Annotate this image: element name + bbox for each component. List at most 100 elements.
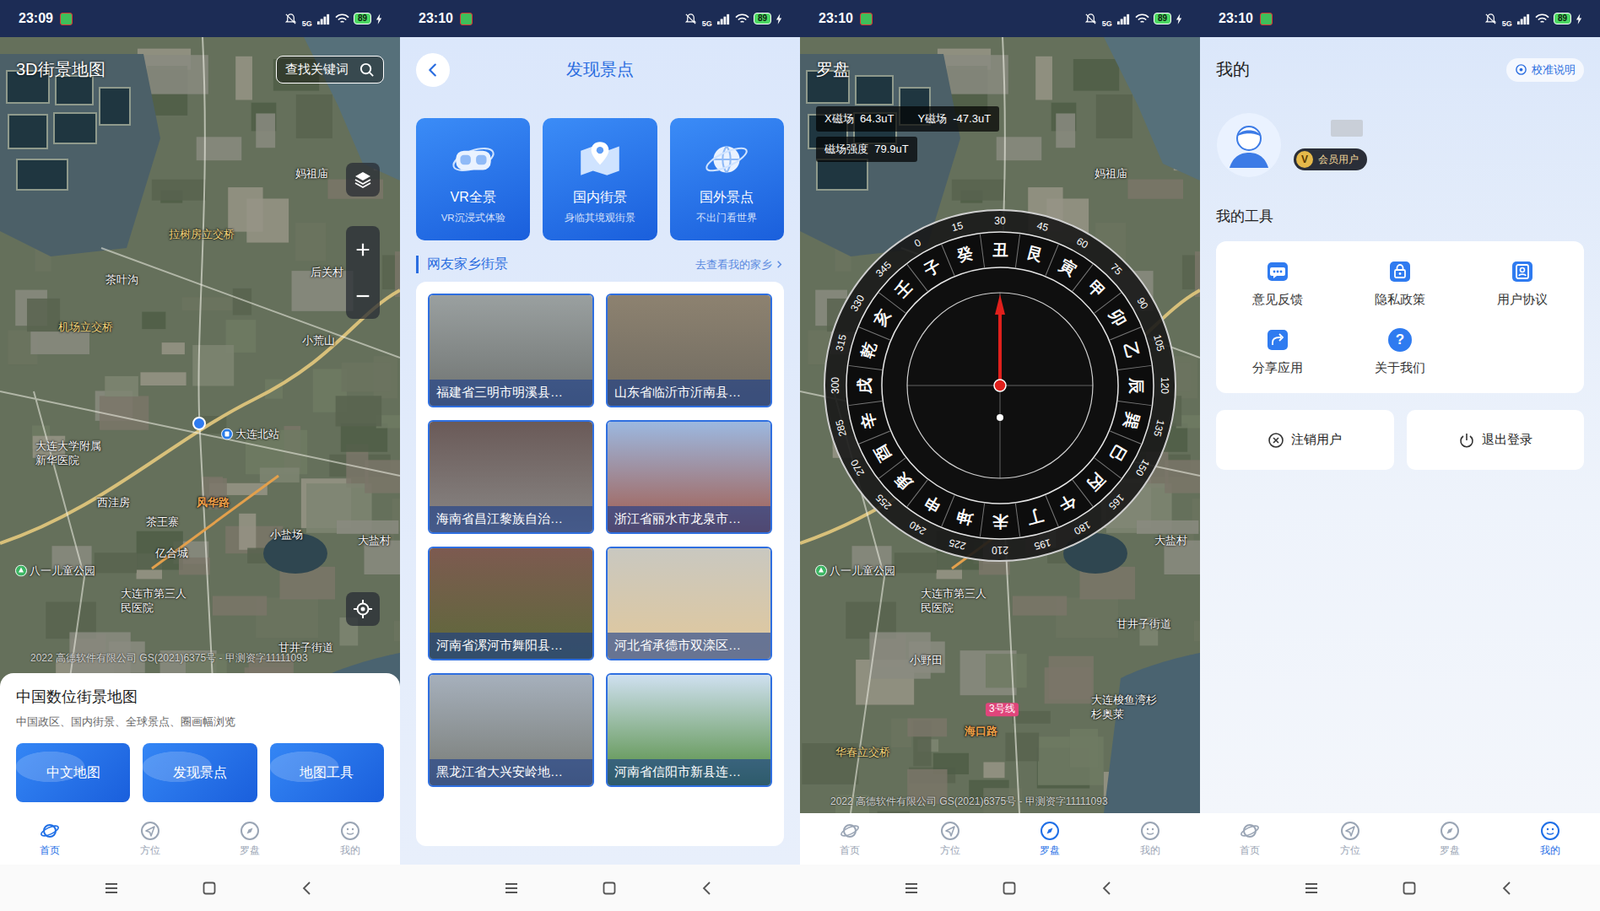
map-label[interactable]: 小盐场: [270, 528, 303, 543]
tool-label: 用户协议: [1497, 291, 1548, 309]
calibrate-button[interactable]: 校准说明: [1506, 58, 1584, 82]
place-card[interactable]: 福建省三明市明溪县…: [427, 293, 595, 408]
back-button[interactable]: [416, 53, 450, 87]
tab-item[interactable]: 我的: [300, 821, 401, 859]
map-label-text: 小野田: [909, 654, 943, 669]
tool-item[interactable]: 意见反馈: [1216, 259, 1339, 309]
feature-button[interactable]: 发现景点: [142, 743, 257, 803]
map-label[interactable]: 甘井子街道: [1116, 617, 1172, 633]
map-label[interactable]: 大连市第三人民医院: [120, 587, 188, 617]
back-triangle-icon[interactable]: [698, 880, 716, 898]
feature-button[interactable]: 地图工具: [270, 743, 384, 803]
degree-label: 75: [1108, 260, 1125, 278]
hometown-link[interactable]: 去查看我的家乡: [695, 257, 784, 273]
home-square-icon[interactable]: [600, 880, 618, 898]
back-triangle-icon[interactable]: [1498, 880, 1516, 898]
back-triangle-icon[interactable]: [298, 880, 316, 898]
tab-item[interactable]: 方位: [1300, 821, 1401, 859]
mountain-label: 丁: [1025, 506, 1047, 528]
map-label[interactable]: 茶叶沟: [105, 273, 139, 288]
menu-icon[interactable]: [502, 880, 520, 898]
tab-item[interactable]: 罗盘: [1400, 821, 1501, 859]
account-action-button[interactable]: 退出登录: [1406, 410, 1585, 471]
zoom-out-button[interactable]: [345, 272, 380, 319]
map-label[interactable]: 小荒山: [302, 334, 336, 349]
home-square-icon[interactable]: [200, 880, 218, 898]
feature-cards: VR全景VR沉浸式体验国内街景身临其境观街景国外景点不出门看世界: [400, 118, 800, 241]
tool-label: 隐私政策: [1374, 291, 1426, 309]
place-card[interactable]: 山东省临沂市沂南县…: [605, 293, 773, 408]
map-label-text: 3号线: [985, 702, 1019, 717]
place-card[interactable]: 河北省承德市双滦区…: [605, 546, 773, 661]
map-label[interactable]: 大盐村: [357, 534, 391, 549]
feature-card[interactable]: VR全景VR沉浸式体验: [416, 118, 530, 241]
avatar[interactable]: [1216, 112, 1282, 179]
map-label[interactable]: 大盐村: [1154, 534, 1188, 549]
system-nav-bar: [0, 864, 400, 911]
home-square-icon[interactable]: [1000, 880, 1018, 898]
menu-icon[interactable]: [102, 880, 120, 898]
mountain-label: 巽: [1120, 410, 1142, 432]
place-card[interactable]: 河南省信阳市新县连…: [605, 673, 773, 788]
map-label[interactable]: 妈祖庙: [295, 167, 329, 182]
tab-item[interactable]: 罗盘: [1000, 821, 1101, 859]
tool-item[interactable]: 用户协议: [1461, 259, 1584, 309]
tab-bar: 首页方位罗盘我的: [1200, 813, 1600, 865]
account-action-button[interactable]: 注销用户: [1216, 410, 1395, 471]
feature-card[interactable]: 国内街景身临其境观街景: [542, 118, 657, 241]
place-label: 海南省昌江黎族自治…: [429, 506, 593, 533]
zoom-in-button[interactable]: [345, 226, 380, 273]
locate-button[interactable]: [345, 592, 380, 627]
map-label[interactable]: 华春立交桥: [835, 745, 891, 761]
map-label[interactable]: 八一儿童公园: [815, 564, 896, 579]
tab-item[interactable]: 我的: [1100, 821, 1201, 859]
tools-grid: 意见反馈隐私政策 用户协议分享应用?关于我们: [1216, 241, 1584, 394]
place-card[interactable]: 海南省昌江黎族自治…: [427, 420, 595, 535]
mute-bell-icon: [1483, 12, 1498, 26]
map-label[interactable]: 亿合城: [155, 546, 189, 562]
home-square-icon[interactable]: [1400, 880, 1418, 898]
map-label[interactable]: 3号线: [985, 702, 1019, 717]
wifi-icon: [1535, 12, 1550, 26]
place-card[interactable]: 浙江省丽水市龙泉市…: [605, 420, 773, 535]
map-label[interactable]: 大连市第三人民医院: [920, 587, 988, 617]
tab-item[interactable]: 我的: [1500, 821, 1600, 859]
tool-item[interactable]: 分享应用: [1216, 328, 1339, 377]
back-triangle-icon[interactable]: [1098, 880, 1116, 898]
map-label[interactable]: 机场立交桥: [58, 320, 114, 336]
feature-title: 国内街景: [572, 189, 628, 207]
map-label[interactable]: 小野田: [909, 654, 943, 669]
tab-item[interactable]: 方位: [900, 821, 1001, 859]
search-box[interactable]: 查找关键词: [275, 55, 384, 84]
feature-card[interactable]: 国外景点不出门看世界: [670, 118, 784, 241]
menu-icon[interactable]: [1302, 880, 1320, 898]
map-label[interactable]: 后关村: [310, 265, 344, 281]
tool-item[interactable]: 隐私政策: [1338, 259, 1461, 309]
place-card[interactable]: 黑龙江省大兴安岭地…: [427, 673, 595, 788]
tab-item[interactable]: 首页: [1200, 821, 1301, 859]
feature-button[interactable]: 中文地图: [16, 743, 130, 803]
map-label[interactable]: 海口路: [964, 724, 998, 740]
map-label-text: 小盐场: [270, 528, 303, 543]
map-label[interactable]: 风华路: [196, 496, 230, 511]
menu-icon[interactable]: [902, 880, 920, 898]
map-label[interactable]: 大连北站: [221, 427, 280, 443]
map-label[interactable]: 大连梭鱼湾杉杉奥莱: [1091, 693, 1158, 723]
map-label[interactable]: 茶王寨: [145, 515, 179, 530]
map-label[interactable]: 妈祖庙: [1094, 167, 1128, 182]
tab-item[interactable]: 方位: [100, 821, 201, 859]
tab-item[interactable]: 首页: [0, 821, 101, 859]
map-label[interactable]: 拉树房立交桥: [168, 227, 235, 243]
place-card[interactable]: 河南省漯河市舞阳县…: [427, 546, 595, 661]
layers-button[interactable]: [345, 162, 380, 197]
tab-item[interactable]: 首页: [800, 821, 901, 859]
smiley-icon: [1540, 821, 1561, 842]
compass-dial[interactable]: 0153045607590105120135150165180195210225…: [818, 204, 1182, 568]
hidden-username: [1330, 119, 1363, 137]
map-label[interactable]: 八一儿童公园: [15, 564, 96, 579]
tab-item[interactable]: 罗盘: [200, 821, 301, 859]
degree-label: 165: [1106, 491, 1127, 513]
map-label[interactable]: 大连大学附属新华医院: [35, 439, 103, 469]
map-label[interactable]: 西洼房: [97, 496, 130, 511]
tool-item[interactable]: ?关于我们: [1338, 328, 1461, 377]
